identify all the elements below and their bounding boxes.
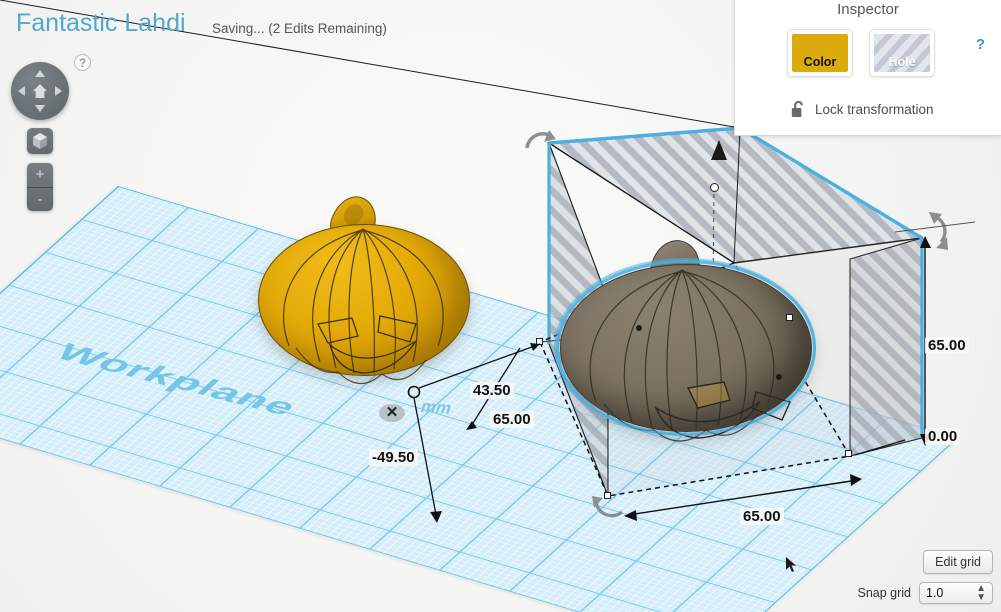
tinkercad-editor: Workplane 43.50 65.00 -49.50 65.00 65.00… — [0, 0, 1001, 612]
dim-label-depth[interactable]: 65.00 — [740, 508, 784, 525]
inspector-panel: Inspector Color Hole ? Lock transformati… — [734, 0, 1001, 136]
color-swatch-button[interactable]: Color — [787, 29, 853, 77]
ruler-origin-handle[interactable] — [407, 385, 421, 399]
hole-swatch-label: Hole — [888, 55, 916, 69]
zoom-controls[interactable]: + - — [27, 163, 53, 211]
dim-label-offset-y[interactable]: -49.50 — [369, 449, 418, 466]
dim-arrow-offset-x — [530, 343, 540, 351]
dim-leader-top — [894, 221, 976, 233]
nav-arrow-up-icon[interactable] — [35, 70, 45, 77]
edit-grid-button[interactable]: Edit grid — [923, 550, 993, 574]
inspector-help-icon[interactable]: ? — [976, 36, 985, 53]
nav-arrow-down-icon[interactable] — [35, 105, 45, 112]
page-title[interactable]: Fantastic Lahdi — [16, 9, 186, 38]
dim-label-width[interactable]: 65.00 — [490, 411, 534, 428]
snap-grid-label: Snap grid — [857, 586, 911, 600]
dim-arrow-depth-left — [624, 510, 637, 521]
dim-label-base-z[interactable]: 0.00 — [925, 428, 961, 445]
help-icon[interactable]: ? — [74, 54, 91, 71]
cube-icon[interactable] — [27, 128, 53, 154]
save-status: Saving... (2 Edits Remaining) — [212, 21, 387, 36]
dim-line-base-z — [854, 439, 906, 456]
nav-arrow-left-icon[interactable] — [18, 86, 25, 96]
lock-transformation-label: Lock transformation — [815, 101, 934, 117]
fit-view-button[interactable] — [27, 128, 53, 154]
mouse-cursor — [786, 557, 796, 572]
zoom-in-button[interactable]: + — [27, 163, 53, 188]
dim-label-offset-x[interactable]: 43.50 — [470, 382, 514, 399]
dim-arrow-height-top — [920, 236, 931, 248]
dim-arrow-width — [466, 421, 477, 430]
home-icon[interactable] — [32, 83, 48, 99]
lock-transformation-row[interactable]: Lock transformation — [791, 100, 934, 118]
dim-arrow-offset-y — [430, 511, 442, 523]
snap-grid-value: 1.0 — [926, 586, 944, 600]
hole-swatch-button[interactable]: Hole — [869, 29, 935, 77]
snap-grid-row: Snap grid 1.0 ▲ ▼ — [857, 582, 993, 604]
dim-arrow-depth-right — [850, 474, 862, 486]
dim-label-height[interactable]: 65.00 — [925, 337, 969, 354]
zoom-out-button[interactable]: - — [27, 188, 53, 211]
nav-arrow-right-icon[interactable] — [55, 86, 62, 96]
chevron-updown-icon[interactable]: ▲ ▼ — [976, 584, 986, 603]
snap-grid-select[interactable]: 1.0 ▲ ▼ — [919, 582, 993, 604]
color-swatch-label: Color — [803, 55, 837, 69]
padlock-open-icon[interactable] — [791, 100, 806, 118]
ruler-clear-icon[interactable]: ✕ — [379, 404, 405, 422]
inspector-title: Inspector — [837, 1, 899, 18]
view-navigation-pad[interactable] — [11, 62, 69, 120]
